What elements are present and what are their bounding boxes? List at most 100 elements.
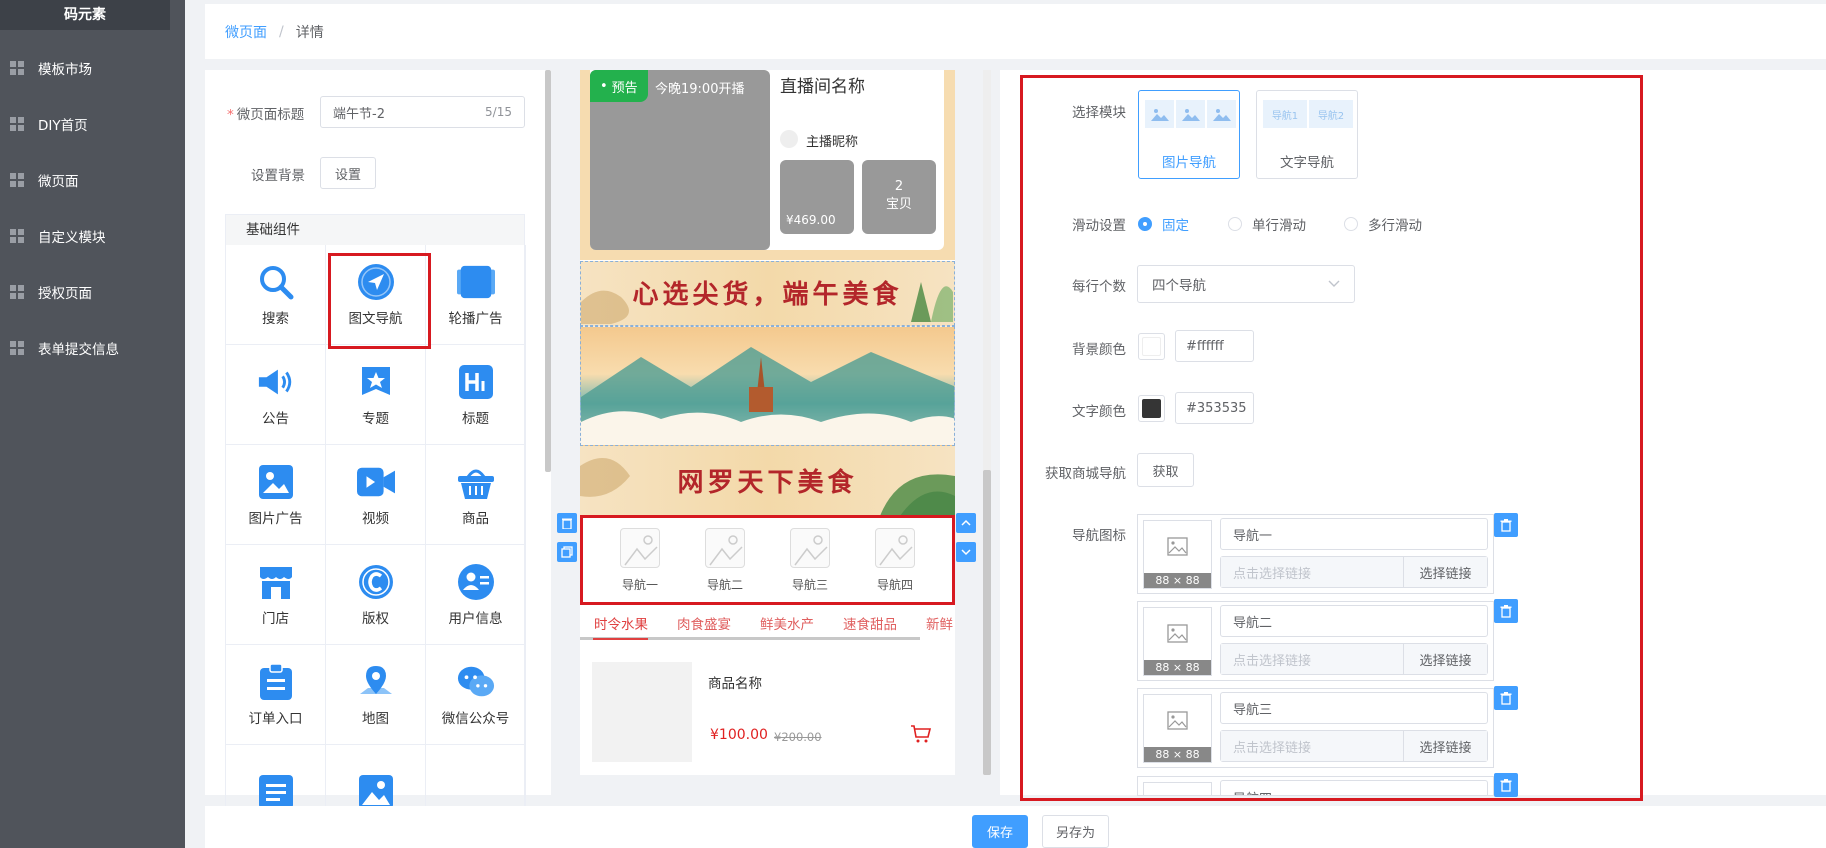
tab-desserts[interactable]: 速食甜品 (843, 613, 897, 633)
nav-name-input[interactable]: 导航三 (1220, 692, 1488, 724)
nav-image-upload[interactable]: 88 × 88 (1143, 694, 1212, 763)
chevron-down-icon (1328, 276, 1340, 292)
text-color-input[interactable]: #353535 (1175, 392, 1254, 424)
component-panel-scrollbar[interactable] (545, 70, 551, 472)
component-store[interactable]: 门店 (226, 545, 326, 645)
trash-icon[interactable] (1494, 773, 1518, 797)
component-topic[interactable]: 专题 (326, 345, 426, 445)
banner-image-1[interactable]: 心选尖货，端午美食 (580, 261, 955, 326)
anchor-avatar (780, 130, 798, 148)
page-title-label: 微页面标题 (236, 107, 305, 123)
radio-multi-row-scroll[interactable]: 多行滑动 (1344, 214, 1422, 234)
product-card[interactable]: 商品名称 ¥100.00 ¥200.00 (580, 650, 955, 765)
component-copyright[interactable]: 版权 (326, 545, 426, 645)
copy-module-icon[interactable] (557, 542, 577, 562)
preview-nav-item[interactable]: 导航四 (865, 528, 925, 593)
sidebar-item-micro-page[interactable]: 微页面 (0, 162, 185, 198)
nav-name-input[interactable]: 导航二 (1220, 605, 1488, 637)
component-user-info[interactable]: 用户信息 (426, 545, 526, 645)
breadcrumb-separator: / (279, 23, 284, 40)
nav-link-field: 点击选择链接 选择链接 (1220, 556, 1488, 588)
select-link-button[interactable]: 选择链接 (1403, 731, 1487, 761)
nav-image-upload[interactable] (1143, 782, 1212, 795)
component-wechat-official[interactable]: 微信公众号 (426, 645, 526, 745)
component-label: 专题 (362, 410, 389, 427)
sidebar-item-template-market[interactable]: 模板市场 (0, 50, 185, 86)
preview-nav-label: 导航二 (706, 578, 743, 592)
nav-image-upload[interactable]: 88 × 88 (1143, 607, 1212, 676)
component-image-text-nav[interactable]: 图文导航 (326, 245, 426, 345)
set-background-button[interactable]: 设置 (320, 157, 376, 189)
component-heading[interactable]: 标题 (426, 345, 526, 445)
sidebar-item-diy-home[interactable]: DIY首页 (0, 106, 185, 142)
component-image-ad[interactable]: 图片广告 (226, 445, 326, 545)
delete-module-icon[interactable] (557, 513, 577, 533)
tab-fruit[interactable]: 时令水果 (594, 613, 648, 633)
live-stream-module[interactable]: • 预告 今晚19:00开播 直播间名称 主播昵称 ¥469.00 2 宝贝 (580, 70, 955, 260)
clipboard-icon (257, 663, 295, 701)
breadcrumb-current: 详情 (295, 24, 324, 41)
trash-icon[interactable] (1494, 686, 1518, 710)
category-tabs: 时令水果 肉食盛宴 鲜美水产 速食甜品 新鲜 (580, 605, 955, 640)
sidebar-item-custom-module[interactable]: 自定义模块 (0, 218, 185, 254)
preview-nav-label: 导航三 (791, 578, 828, 592)
nav-link-input[interactable]: 点击选择链接 (1221, 644, 1403, 674)
banner-image-2[interactable] (580, 326, 955, 446)
tab-fresh[interactable]: 新鲜 (926, 613, 953, 633)
active-tab-underline (593, 638, 648, 640)
nav-name-input[interactable]: 导航一 (1220, 518, 1488, 550)
product-price: ¥100.00 (710, 727, 768, 743)
component-carousel[interactable]: 轮播广告 (426, 245, 526, 345)
radio-fixed[interactable]: 固定 (1138, 214, 1189, 234)
component-order-entry[interactable]: 订单入口 (226, 645, 326, 745)
preview-scrollbar[interactable] (983, 70, 991, 775)
preview-nav-item[interactable]: 导航二 (695, 528, 755, 593)
nav-name-input[interactable]: 导航四 (1220, 780, 1488, 795)
sidebar-item-auth-page[interactable]: 授权页面 (0, 274, 185, 310)
text-color-swatch[interactable] (1138, 395, 1165, 422)
preview-nav-item[interactable]: 导航三 (780, 528, 840, 593)
select-link-button[interactable]: 选择链接 (1403, 644, 1487, 674)
per-row-value: 四个导航 (1152, 278, 1206, 294)
radio-label: 固定 (1162, 218, 1189, 234)
image-thumb-icon (1207, 100, 1236, 128)
per-row-select[interactable]: 四个导航 (1137, 265, 1355, 303)
fetch-button[interactable]: 获取 (1137, 453, 1194, 487)
select-link-button[interactable]: 选择链接 (1403, 557, 1487, 587)
component-goods[interactable]: 商品 (426, 445, 526, 545)
copyright-icon (357, 563, 395, 601)
preview-nav-item[interactable]: 导航一 (610, 528, 670, 593)
bg-color-swatch[interactable] (1138, 333, 1165, 360)
component-notice[interactable]: 公告 (226, 345, 326, 445)
tab-seafood[interactable]: 鲜美水产 (760, 613, 814, 633)
live-product-count: 2 宝贝 (862, 160, 936, 234)
banner-image-3[interactable]: 网罗天下美食 (580, 446, 955, 516)
module-option-image-nav[interactable]: 图片导航 (1138, 90, 1240, 179)
cart-icon[interactable] (910, 724, 932, 748)
tab-meat[interactable]: 肉食盛宴 (677, 613, 731, 633)
sidebar-item-form-submissions[interactable]: 表单提交信息 (0, 330, 185, 366)
component-map[interactable]: 地图 (326, 645, 426, 745)
nav-link-input[interactable]: 点击选择链接 (1221, 731, 1403, 761)
component-video[interactable]: 视频 (326, 445, 426, 545)
component-search[interactable]: 搜索 (226, 245, 326, 345)
nav-entry-3: 88 × 88 导航三 点击选择链接 选择链接 (1137, 688, 1494, 768)
radio-single-row-scroll[interactable]: 单行滑动 (1228, 214, 1306, 234)
search-icon (257, 263, 295, 301)
module-option-text-nav[interactable]: 导航1 导航2 文字导航 (1256, 90, 1358, 179)
trash-icon[interactable] (1494, 599, 1518, 623)
char-counter: 5/15 (485, 105, 512, 119)
count-label: 宝贝 (885, 197, 912, 212)
move-down-icon[interactable] (956, 542, 976, 562)
trash-icon[interactable] (1494, 513, 1518, 537)
nav-link-input[interactable]: 点击选择链接 (1221, 557, 1403, 587)
bg-color-input[interactable]: #ffffff (1175, 330, 1254, 362)
breadcrumb-parent-link[interactable]: 微页面 (225, 22, 267, 42)
radio-label: 多行滑动 (1368, 218, 1422, 234)
image-nav-module-preview[interactable]: 导航一 导航二 导航三 导航四 (580, 515, 955, 605)
nav-image-upload[interactable]: 88 × 88 (1143, 520, 1212, 589)
move-up-icon[interactable] (956, 513, 976, 533)
save-as-button[interactable]: 另存为 (1042, 815, 1109, 848)
save-button[interactable]: 保存 (972, 815, 1028, 848)
page-title-input[interactable]: 端午节-2 5/15 (320, 96, 525, 128)
